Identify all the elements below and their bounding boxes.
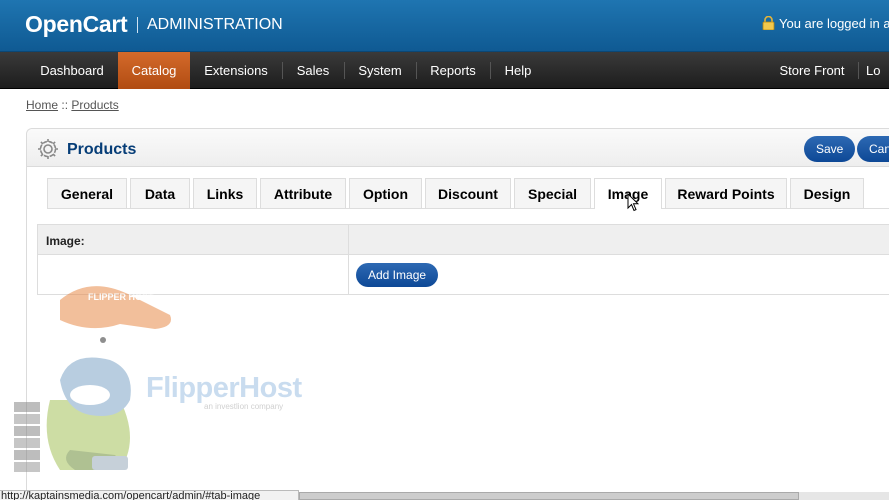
menu-store-front[interactable]: Store Front (772, 52, 852, 89)
tab-special[interactable]: Special (514, 178, 591, 208)
server-stack-icon (14, 402, 40, 472)
breadcrumb-separator: :: (61, 98, 69, 112)
watermark-tagline: an investlion company (204, 402, 284, 411)
tab-design[interactable]: Design (790, 178, 864, 208)
menu-divider (344, 62, 345, 79)
lock-icon (762, 16, 775, 30)
menu-divider (282, 62, 283, 79)
menu-reports[interactable]: Reports (422, 52, 484, 89)
menu-sales[interactable]: Sales (288, 52, 338, 89)
tab-discount[interactable]: Discount (425, 178, 511, 208)
image-column-header: Image: (46, 234, 85, 248)
menu-dashboard[interactable]: Dashboard (30, 52, 114, 89)
main-menu: Dashboard Catalog Extensions Sales Syste… (0, 52, 889, 89)
menu-divider (858, 62, 859, 79)
mascot-cap-text: FLIPPER HOST (88, 292, 154, 302)
breadcrumb: Home :: Products (26, 98, 119, 112)
opencart-admin-page: OpenCart ADMINISTRATION You are logged i… (0, 0, 889, 500)
menu-logout[interactable]: Lo (866, 52, 889, 89)
tab-data[interactable]: Data (130, 178, 190, 208)
scrollbar-thumb[interactable] (299, 492, 799, 500)
tab-links[interactable]: Links (193, 178, 257, 208)
mouse-cursor-icon (627, 193, 639, 212)
menu-catalog[interactable]: Catalog (118, 52, 190, 89)
breadcrumb-home[interactable]: Home (26, 98, 58, 112)
login-status: You are logged in as (762, 16, 889, 31)
box-heading: Products Save Can (27, 129, 889, 167)
cancel-button[interactable]: Can (857, 136, 889, 162)
header-bar: OpenCart ADMINISTRATION You are logged i… (0, 0, 889, 52)
page-title: Products (67, 141, 137, 158)
column-divider (348, 225, 349, 294)
tab-option[interactable]: Option (349, 178, 422, 208)
save-button[interactable]: Save (804, 136, 856, 162)
menu-system[interactable]: System (350, 52, 410, 89)
tab-attribute[interactable]: Attribute (260, 178, 346, 208)
gear-icon (38, 139, 58, 159)
admin-subtitle: ADMINISTRATION (147, 16, 283, 33)
tab-reward-points[interactable]: Reward Points (665, 178, 787, 208)
login-text: You are logged in as (779, 16, 889, 31)
status-bar-url: http://kaptainsmedia.com/opencart/admin/… (0, 490, 299, 500)
menu-divider (416, 62, 417, 79)
menu-extensions[interactable]: Extensions (196, 52, 276, 89)
horizontal-scrollbar[interactable] (299, 492, 889, 500)
image-table-header: Image: (38, 225, 889, 255)
breadcrumb-products[interactable]: Products (71, 98, 118, 112)
menu-help[interactable]: Help (496, 52, 540, 89)
brand-logo[interactable]: OpenCart (25, 11, 128, 38)
brand-divider (137, 17, 138, 33)
menu-divider (490, 62, 491, 79)
add-image-button[interactable]: Add Image (356, 263, 439, 287)
watermark-logo-text: FlipperHost (146, 372, 302, 404)
tab-general[interactable]: General (47, 178, 127, 208)
